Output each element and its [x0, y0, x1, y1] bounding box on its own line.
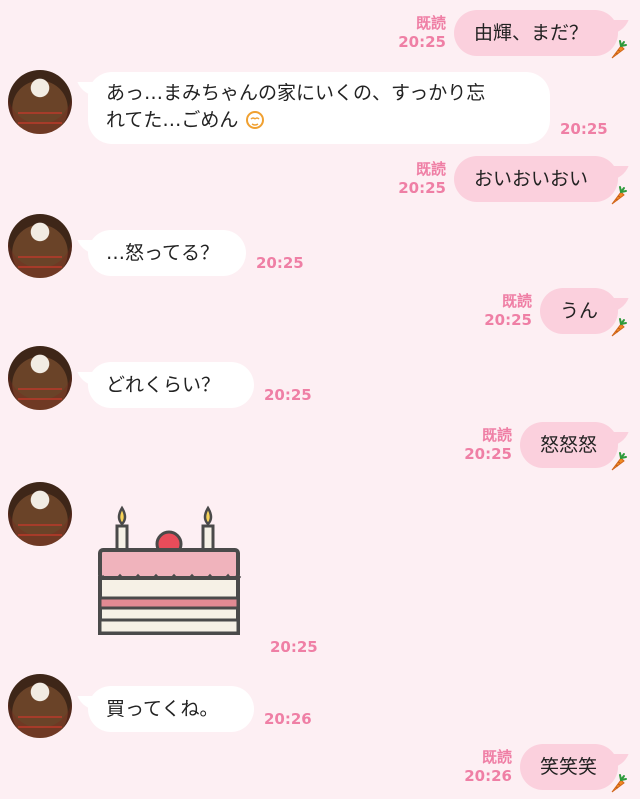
message-text-line: あっ…まみちゃんの家にいくの、すっかり忘 [106, 82, 486, 104]
message-text: うん [560, 300, 599, 322]
message-text: 怒怒怒 [540, 434, 598, 456]
carrot-icon [606, 184, 630, 208]
carrot-icon [606, 316, 630, 340]
carrot-icon [606, 38, 630, 62]
message-text: 笑笑笑 [540, 756, 598, 778]
message-time: 20:25 [560, 120, 608, 138]
avatar[interactable] [8, 674, 72, 738]
message-text: 買ってくね。 [106, 698, 219, 720]
read-status: 既読 20:25 [398, 14, 446, 51]
message-text-line: れてた…ごめん [106, 109, 239, 131]
message-text: おいおいおい [474, 168, 589, 190]
message-bubble[interactable]: …怒ってる？ [88, 230, 246, 276]
avatar[interactable] [8, 482, 72, 546]
message-bubble[interactable]: 買ってくね。 [88, 686, 254, 732]
avatar[interactable] [8, 70, 72, 134]
read-status: 既読 20:26 [464, 748, 512, 785]
sweat-face-icon [246, 111, 265, 129]
message-bubble[interactable]: 怒怒怒 [520, 422, 618, 468]
read-status: 既読 20:25 [398, 160, 446, 197]
message-time: 20:25 [270, 638, 318, 656]
message-bubble[interactable]: 笑笑笑 [520, 744, 618, 790]
carrot-icon [606, 772, 630, 796]
message-time: 20:26 [264, 710, 312, 728]
avatar[interactable] [8, 214, 72, 278]
message-bubble[interactable]: どれくらい？ [88, 362, 254, 408]
message-time: 20:25 [256, 254, 304, 272]
carrot-icon [606, 450, 630, 474]
avatar[interactable] [8, 346, 72, 410]
message-bubble[interactable]: あっ…まみちゃんの家にいくの、すっかり忘 れてた…ごめん [88, 72, 550, 144]
strawberry-cake-sticker[interactable] [94, 502, 244, 642]
read-status: 既読 20:25 [484, 292, 532, 329]
message-time: 20:25 [264, 386, 312, 404]
message-bubble[interactable]: うん [540, 288, 618, 334]
message-text: …怒ってる？ [106, 242, 220, 264]
message-bubble[interactable]: おいおいおい [454, 156, 618, 202]
message-bubble[interactable]: 由輝、まだ？ [454, 10, 618, 56]
read-status: 既読 20:25 [464, 426, 512, 463]
message-text: 由輝、まだ？ [474, 22, 589, 44]
message-text: どれくらい？ [106, 374, 221, 396]
